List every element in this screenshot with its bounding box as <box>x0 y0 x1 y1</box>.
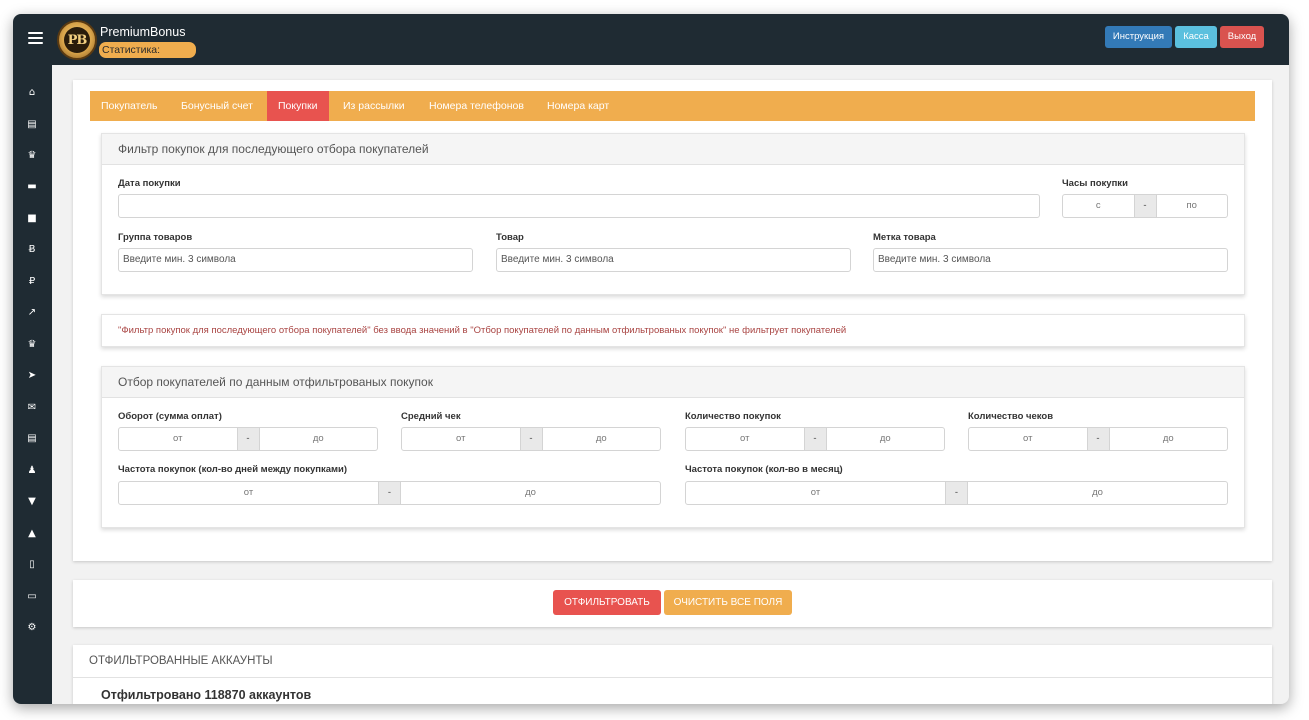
kassa-button[interactable]: Касса <box>1175 26 1217 48</box>
tshirt-icon[interactable]: ▼ <box>25 495 39 509</box>
range-separator: - <box>378 482 401 504</box>
cart-icon[interactable]: ▬ <box>25 180 39 194</box>
range-separator: - <box>945 482 968 504</box>
freq-days-label: Частота покупок (кол-во дней между покуп… <box>118 464 348 475</box>
main-panel: Покупатель Бонусный счет Покупки Из расс… <box>73 80 1272 561</box>
hours-from-input[interactable]: с <box>1063 195 1134 217</box>
logo: PB <box>57 20 97 60</box>
freq-month-label: Частота покупок (кол-во в месяц) <box>685 464 843 475</box>
tag-label: Метка товара <box>873 232 936 243</box>
turnover-to-input[interactable]: до <box>260 428 378 450</box>
ruble-icon[interactable]: ₽ <box>25 275 39 289</box>
avg-check-label: Средний чек <box>401 411 461 422</box>
send-icon[interactable]: ➤ <box>25 369 39 383</box>
menu-icon[interactable] <box>28 32 43 44</box>
note-card: "Фильтр покупок для последующего отбора … <box>101 314 1245 347</box>
buyer-selection-title: Отбор покупателей по данным отфильтрован… <box>102 367 1244 398</box>
buyer-selection-card: Отбор покупателей по данным отфильтрован… <box>101 366 1245 528</box>
sidebar: ⌂ ▤ ♛ ▬ ■ Ƀ ₽ ↗ ♛ ➤ ✉ ▤ ♟ ▼ ▲ ▯ ▭ ⚙ <box>13 65 52 704</box>
tab-buyer[interactable]: Покупатель <box>90 91 168 121</box>
tab-card-numbers[interactable]: Номера карт <box>536 91 620 121</box>
date-input[interactable] <box>118 194 1040 218</box>
road-icon[interactable]: ▲ <box>25 527 39 541</box>
freq-month-range: от - до <box>685 481 1228 505</box>
exit-button[interactable]: Выход <box>1220 26 1264 48</box>
clear-all-button[interactable]: ОЧИСТИТЬ ВСЕ ПОЛЯ <box>664 590 792 615</box>
mail-icon[interactable]: ✉ <box>25 401 39 415</box>
purchases-count-range: от - до <box>685 427 945 451</box>
hours-label: Часы покупки <box>1062 178 1128 189</box>
purchase-filter-card: Фильтр покупок для последующего отбора п… <box>101 133 1245 295</box>
hours-to-input[interactable]: по <box>1157 195 1228 217</box>
filter-button[interactable]: ОТФИЛЬТРОВАТЬ <box>553 590 661 615</box>
tag-input[interactable]: Введите мин. 3 символа <box>873 248 1228 272</box>
brand-name: PremiumBonus <box>100 25 186 39</box>
purchases-count-to-input[interactable]: до <box>827 428 945 450</box>
turnover-label: Оборот (сумма оплат) <box>118 411 222 422</box>
range-separator: - <box>519 428 543 450</box>
freq-days-range: от - до <box>118 481 661 505</box>
bitcoin-icon[interactable]: Ƀ <box>25 243 39 257</box>
freq-month-from-input[interactable]: от <box>686 482 945 504</box>
gear-icon[interactable]: ⚙ <box>25 621 39 635</box>
statistics-badge[interactable]: Статистика: <box>99 42 196 58</box>
purchases-count-from-input[interactable]: от <box>686 428 804 450</box>
tab-bar: Покупатель Бонусный счет Покупки Из расс… <box>90 91 1255 121</box>
product-label: Товар <box>496 232 524 243</box>
instruction-button[interactable]: Инструкция <box>1105 26 1172 48</box>
range-separator: - <box>1086 428 1110 450</box>
card-icon[interactable]: ▭ <box>25 590 39 604</box>
tab-purchases[interactable]: Покупки <box>267 91 329 121</box>
ticket-icon[interactable]: ▤ <box>25 118 39 132</box>
date-label: Дата покупки <box>118 178 181 189</box>
product-input[interactable]: Введите мин. 3 символа <box>496 248 851 272</box>
users-icon[interactable]: ♟ <box>25 464 39 478</box>
avg-check-range: от - до <box>401 427 661 451</box>
freq-month-to-input[interactable]: до <box>968 482 1227 504</box>
filter-note: "Фильтр покупок для последующего отбора … <box>118 325 847 336</box>
logo-monogram: PB <box>64 27 90 53</box>
checks-count-to-input[interactable]: до <box>1110 428 1228 450</box>
book-icon[interactable]: ■ <box>25 212 39 226</box>
app-window: PB PremiumBonus Статистика: Инструкция К… <box>13 14 1289 704</box>
group-label: Группа товаров <box>118 232 193 243</box>
results-title: ОТФИЛЬТРОВАННЫЕ АККАУНТЫ <box>73 645 1272 678</box>
tab-phone-numbers[interactable]: Номера телефонов <box>418 91 535 121</box>
trend-icon[interactable]: ↗ <box>25 306 39 320</box>
results-count: Отфильтровано 118870 аккаунтов <box>101 688 312 702</box>
home-icon[interactable]: ⌂ <box>25 86 39 100</box>
turnover-range: от - до <box>118 427 378 451</box>
turnover-from-input[interactable]: от <box>119 428 237 450</box>
range-separator: - <box>803 428 827 450</box>
avg-check-to-input[interactable]: до <box>543 428 661 450</box>
results-panel: ОТФИЛЬТРОВАННЫЕ АККАУНТЫ Отфильтровано 1… <box>73 645 1272 704</box>
mobile-icon[interactable]: ▯ <box>25 558 39 572</box>
tab-bonus-account[interactable]: Бонусный счет <box>170 91 264 121</box>
checks-count-from-input[interactable]: от <box>969 428 1087 450</box>
range-separator: - <box>236 428 260 450</box>
actions-panel: ОТФИЛЬТРОВАТЬ ОЧИСТИТЬ ВСЕ ПОЛЯ <box>73 580 1272 627</box>
freq-days-from-input[interactable]: от <box>119 482 378 504</box>
crown-icon[interactable]: ♛ <box>25 149 39 163</box>
freq-days-to-input[interactable]: до <box>401 482 660 504</box>
group-input[interactable]: Введите мин. 3 символа <box>118 248 473 272</box>
ticket-icon[interactable]: ▤ <box>25 432 39 446</box>
top-bar: PB PremiumBonus Статистика: Инструкция К… <box>13 14 1289 65</box>
hours-range: с - по <box>1062 194 1228 218</box>
crown-icon[interactable]: ♛ <box>25 338 39 352</box>
tab-from-mailing[interactable]: Из рассылки <box>332 91 416 121</box>
checks-count-range: от - до <box>968 427 1228 451</box>
checks-count-label: Количество чеков <box>968 411 1054 422</box>
purchase-filter-title: Фильтр покупок для последующего отбора п… <box>102 134 1244 165</box>
avg-check-from-input[interactable]: от <box>402 428 520 450</box>
hours-separator: - <box>1133 195 1157 217</box>
purchases-count-label: Количество покупок <box>685 411 781 422</box>
